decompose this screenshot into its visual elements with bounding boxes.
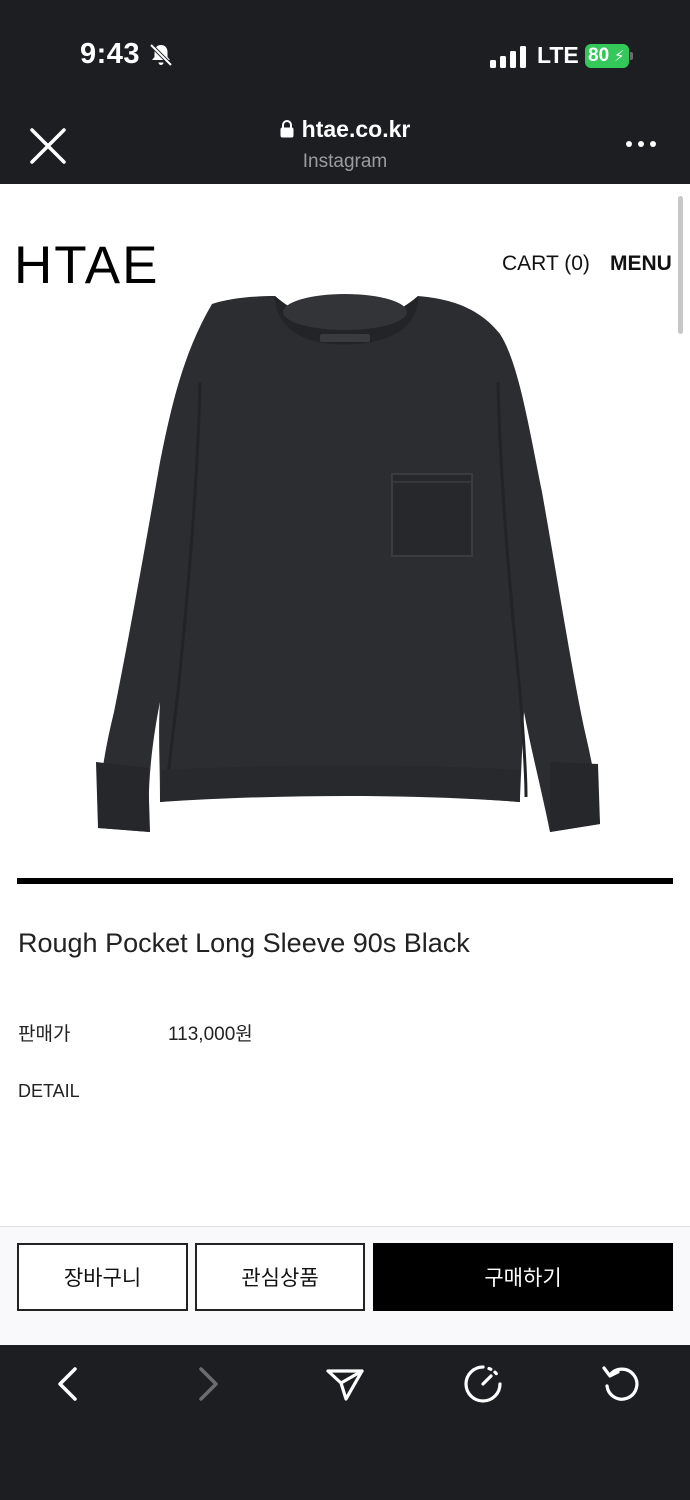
forward-icon[interactable] (186, 1363, 228, 1405)
buy-now-button[interactable]: 구매하기 (373, 1243, 673, 1311)
detail-tab[interactable]: DETAIL (18, 1081, 80, 1102)
status-time: 9:43 (80, 38, 141, 70)
battery-charging-icon: 80 ⚡ (585, 44, 633, 68)
site-logo[interactable]: HTAE (14, 235, 159, 296)
product-name: Rough Pocket Long Sleeve 90s Black (18, 928, 470, 958)
product-image (96, 294, 600, 832)
lock-icon (280, 120, 294, 138)
battery-level: 80 (588, 45, 610, 66)
price-value: 113,000원 (168, 1024, 253, 1045)
browser-header: 9:43 LTE 80 ⚡ htae.co.kr Instagram (0, 0, 690, 184)
page-scrollbar[interactable] (678, 196, 683, 334)
bell-slash-icon (149, 43, 173, 67)
url-source: Instagram (302, 151, 388, 172)
wishlist-button[interactable]: 관심상품 (195, 1243, 365, 1311)
share-icon[interactable] (324, 1363, 366, 1405)
signal-icon (490, 46, 526, 68)
url-bar[interactable]: htae.co.kr (0, 116, 690, 143)
url-domain: htae.co.kr (301, 116, 411, 142)
add-to-cart-button[interactable]: 장바구니 (17, 1243, 188, 1311)
price-label: 판매가 (18, 1024, 71, 1045)
back-icon[interactable] (48, 1363, 90, 1405)
speed-icon[interactable] (462, 1363, 504, 1405)
section-divider (17, 878, 673, 884)
cart-link[interactable]: CART (0) (502, 252, 590, 276)
network-label: LTE (537, 42, 579, 68)
menu-link[interactable]: MENU (610, 252, 672, 276)
more-icon[interactable] (624, 134, 658, 154)
reload-icon[interactable] (600, 1363, 642, 1405)
